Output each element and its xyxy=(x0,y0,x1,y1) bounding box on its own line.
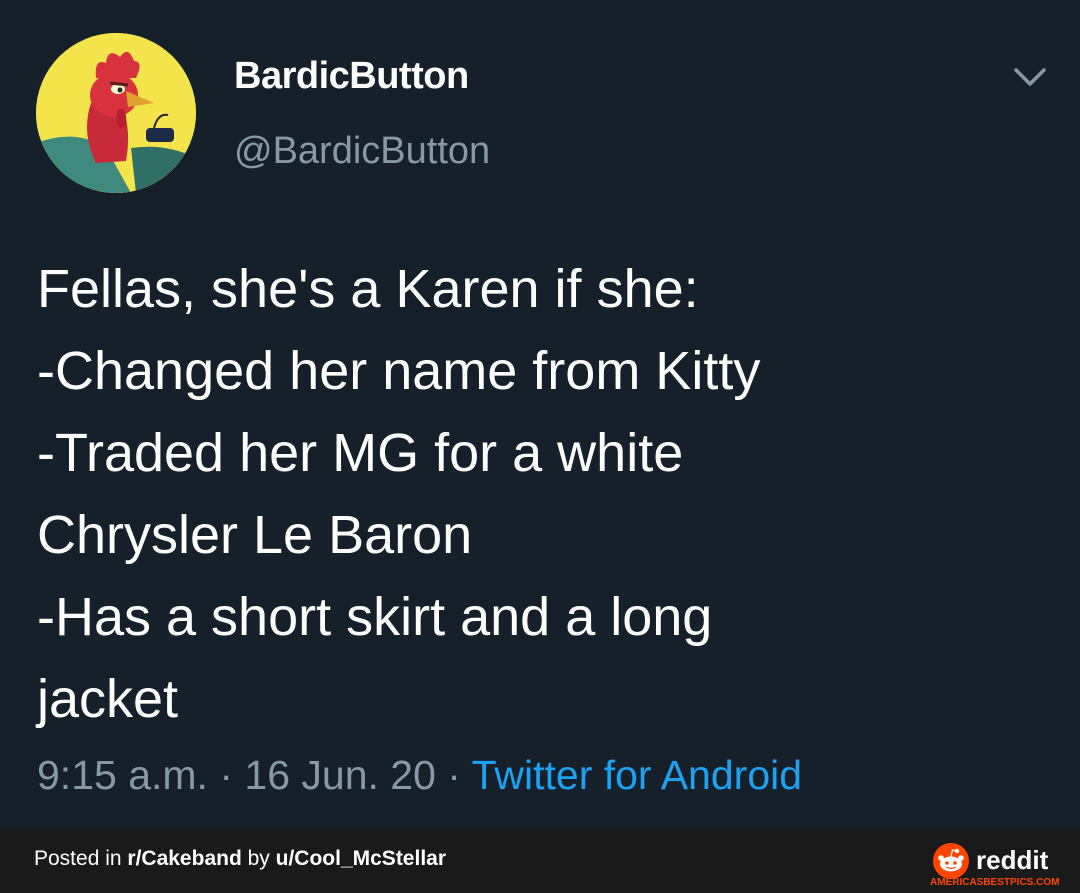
meta-separator: · xyxy=(447,752,472,798)
tweet-date[interactable]: 16 Jun. 20 xyxy=(244,752,436,798)
chevron-down-icon xyxy=(1014,68,1046,86)
watermark: AMERICASBESTPICS.COM xyxy=(930,877,1060,888)
posted-prefix: Posted in xyxy=(34,847,128,870)
username-link[interactable]: u/Cool_McStellar xyxy=(276,847,446,870)
tweet-meta: 9:15 a.m. · 16 Jun. 20 · Twitter for And… xyxy=(37,752,802,799)
rooster-avatar-icon xyxy=(36,33,196,193)
tweet-time[interactable]: 9:15 a.m. xyxy=(37,752,208,798)
subreddit-link[interactable]: r/Cakeband xyxy=(127,847,241,870)
posted-in-caption: Posted in r/Cakeband by u/Cool_McStellar xyxy=(34,847,446,871)
tweet-line: Fellas, she's a Karen if she: xyxy=(37,259,699,319)
tweet-line: jacket xyxy=(37,669,179,729)
tweet-line: -Traded her MG for a white xyxy=(37,423,684,483)
tweet-body: Fellas, she's a Karen if she: -Changed h… xyxy=(37,248,1047,740)
reddit-snoo-icon xyxy=(933,843,969,879)
tweet-card: BardicButton @BardicButton Fellas, she's… xyxy=(0,0,1080,828)
tweet-menu-button[interactable] xyxy=(1010,62,1050,92)
tweet-line: Chrysler Le Baron xyxy=(37,505,473,565)
tweet-line: -Has a short skirt and a long xyxy=(37,587,713,647)
user-handle[interactable]: @BardicButton xyxy=(234,130,490,173)
display-name[interactable]: BardicButton xyxy=(234,55,469,98)
by-label: by xyxy=(241,847,276,870)
reddit-footer: Posted in r/Cakeband by u/Cool_McStellar… xyxy=(0,828,1080,893)
tweet-line: -Changed her name from Kitty xyxy=(37,341,761,401)
meta-separator: · xyxy=(219,752,245,798)
profile-avatar[interactable] xyxy=(36,33,196,193)
reddit-wordmark: reddit xyxy=(976,845,1049,875)
tweet-source-link[interactable]: Twitter for Android xyxy=(472,752,802,798)
